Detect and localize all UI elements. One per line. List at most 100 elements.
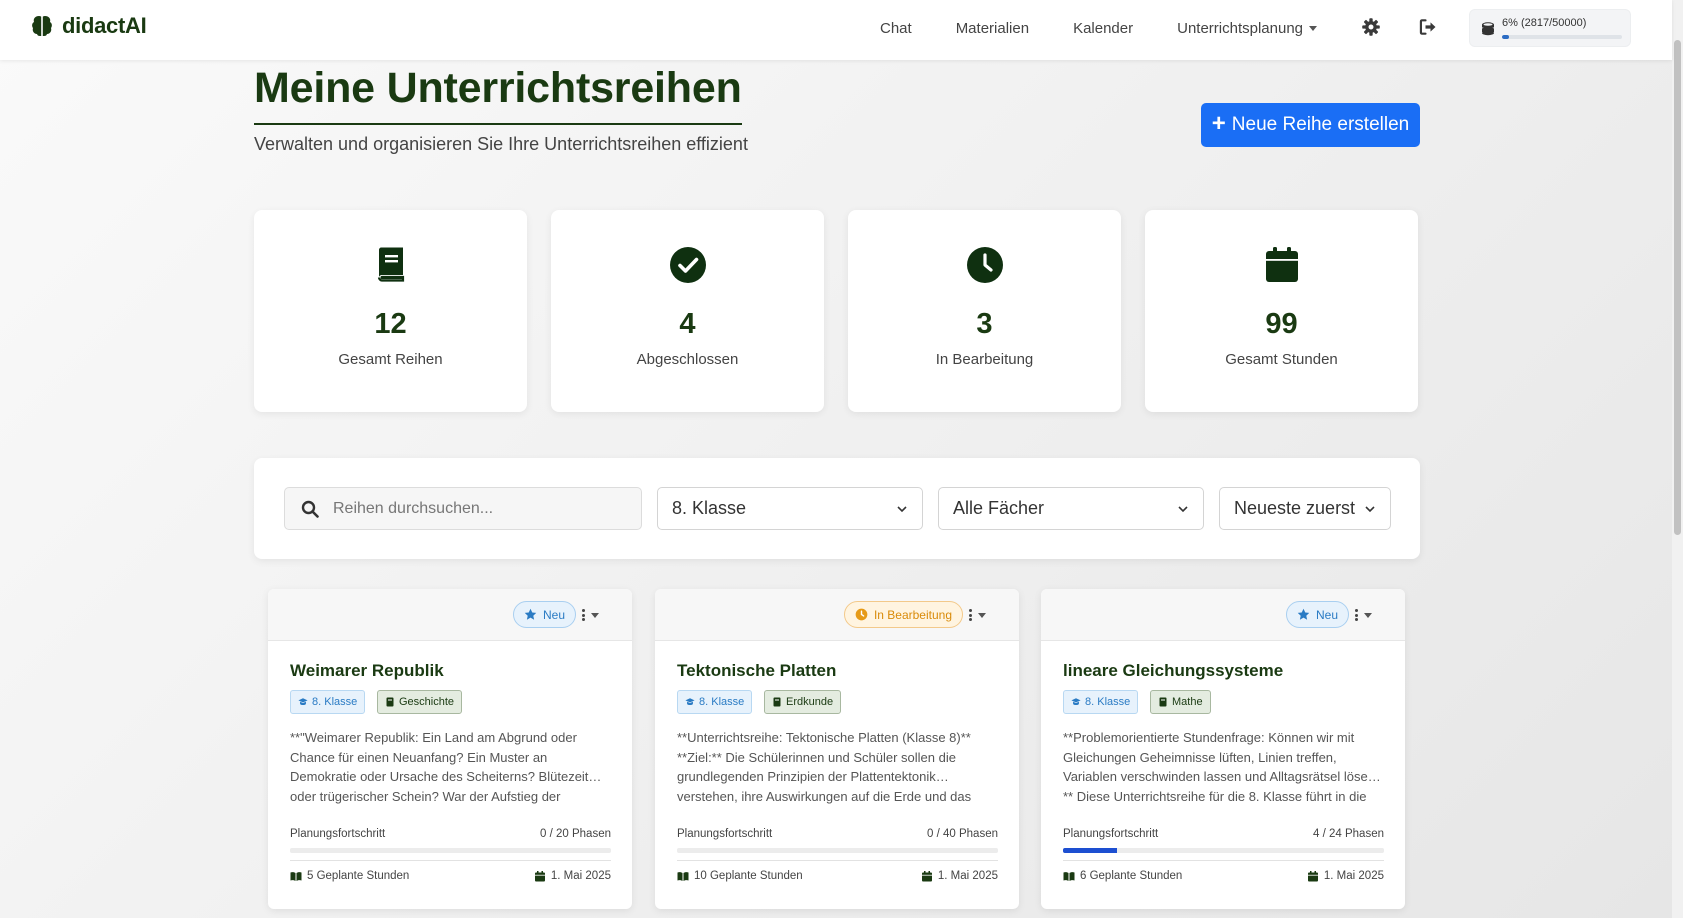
progress-label: Planungsfortschritt	[290, 828, 386, 840]
calendar-icon	[1266, 247, 1298, 282]
nav-link-kalender[interactable]: Kalender	[1073, 20, 1133, 37]
class-select-value: 8. Klasse	[672, 498, 747, 518]
class-tag: 8. Klasse	[290, 690, 366, 714]
progress-count: 0 / 40 Phasen	[927, 828, 998, 840]
subject-select[interactable]: Alle Fächer	[938, 487, 1204, 530]
card-menu-button[interactable]	[969, 605, 997, 625]
stat-card-completed: 4 Abgeschlossen	[551, 210, 824, 412]
series-card[interactable]: Neu Weimarer Republik 8. Klasse Geschich…	[268, 589, 632, 909]
card-header: Neu	[268, 589, 632, 641]
class-tag: 8. Klasse	[1063, 690, 1139, 714]
star-icon	[1297, 608, 1310, 620]
sort-select[interactable]: Neueste zuerst	[1219, 487, 1391, 530]
logout-icon[interactable]	[1418, 17, 1438, 37]
stat-label: Gesamt Reihen	[338, 351, 443, 368]
planned-hours: 10 Geplante Stunden	[677, 870, 803, 882]
gear-icon[interactable]	[1361, 17, 1381, 37]
class-tag-label: 8. Klasse	[699, 696, 745, 708]
book-icon	[377, 247, 405, 282]
brain-icon	[32, 16, 52, 36]
page-subtitle: Verwalten und organisieren Sie Ihre Unte…	[254, 134, 748, 154]
check-circle-icon	[670, 247, 706, 283]
clock-icon	[855, 608, 868, 621]
nav-dropdown-unterrichtsplanung[interactable]: Unterrichtsplanung	[1177, 20, 1318, 37]
graduation-cap-icon	[1071, 698, 1081, 706]
status-badge-label: Neu	[542, 607, 565, 622]
card-date-text: 1. Mai 2025	[937, 870, 998, 882]
planned-hours: 5 Geplante Stunden	[290, 870, 409, 882]
progress-label: Planungsfortschritt	[1063, 828, 1159, 840]
card-title[interactable]: Tektonische Platten	[677, 661, 836, 681]
stat-value: 99	[1265, 308, 1298, 340]
card-divider	[290, 860, 611, 861]
brand-logo-link[interactable]: didactAI	[30, 13, 147, 39]
class-select[interactable]: 8. Klasse	[657, 487, 923, 530]
card-description: **Unterrichtsreihe: Tektonische Platten …	[677, 730, 972, 804]
card-description: **"Weimarer Republik: Ein Land am Abgrun…	[290, 730, 602, 804]
card-menu-button[interactable]	[1355, 605, 1383, 625]
graduation-cap-icon	[685, 698, 695, 706]
card-title[interactable]: lineare Gleichungssysteme	[1063, 661, 1283, 681]
series-card[interactable]: In Bearbeitung Tektonische Platten 8. Kl…	[655, 589, 1019, 909]
token-usage-fill	[1502, 35, 1510, 39]
calendar-icon	[921, 870, 932, 881]
card-title[interactable]: Weimarer Republik	[290, 661, 444, 681]
search-input[interactable]	[333, 488, 633, 529]
card-date: 1. Mai 2025	[1307, 870, 1384, 882]
stat-label: Abgeschlossen	[636, 351, 739, 368]
subject-tag-label: Mathe	[1172, 696, 1203, 708]
series-card[interactable]: Neu lineare Gleichungssysteme 8. Klasse …	[1041, 589, 1405, 909]
page-scrollbar[interactable]	[1672, 0, 1683, 918]
stat-value: 3	[976, 308, 993, 340]
stat-label: In Bearbeitung	[935, 351, 1034, 368]
card-header: In Bearbeitung	[655, 589, 1019, 641]
planned-hours-text: 5 Geplante Stunden	[307, 870, 410, 882]
open-book-icon	[1063, 871, 1075, 881]
new-series-button[interactable]: + Neue Reihe erstellen	[1201, 103, 1420, 147]
card-date-text: 1. Mai 2025	[550, 870, 611, 882]
graduation-cap-icon	[298, 698, 308, 706]
search-box[interactable]	[284, 487, 642, 530]
calendar-icon	[1307, 870, 1318, 881]
class-tag: 8. Klasse	[677, 690, 753, 714]
caret-down-icon	[591, 612, 599, 618]
stat-label: Gesamt Stunden	[1225, 351, 1338, 368]
card-header: Neu	[1041, 589, 1405, 641]
status-badge: Neu	[1285, 601, 1349, 628]
sort-select-value: Neueste zuerst	[1234, 498, 1356, 518]
more-vertical-icon	[969, 609, 972, 621]
subject-tag: Erdkunde	[764, 690, 842, 714]
card-date: 1. Mai 2025	[921, 870, 998, 882]
book-icon	[386, 697, 394, 707]
subject-tag-label: Geschichte	[399, 696, 455, 708]
chevron-down-icon	[1365, 506, 1375, 513]
stat-value: 12	[374, 308, 407, 340]
subject-tag-label: Erdkunde	[786, 696, 834, 708]
card-date: 1. Mai 2025	[534, 870, 611, 882]
plus-icon: +	[1211, 110, 1226, 137]
stat-value: 4	[679, 308, 696, 340]
chevron-down-icon	[1178, 506, 1188, 513]
filter-panel: 8. Klasse Alle Fächer Neueste zuerst	[254, 458, 1420, 559]
open-book-icon	[677, 871, 689, 881]
status-badge: Neu	[512, 601, 576, 628]
clock-icon	[967, 247, 1003, 283]
token-usage-text: 6% (2817/50000)	[1502, 17, 1587, 29]
subject-tag: Geschichte	[377, 690, 463, 714]
search-icon	[301, 500, 319, 518]
brand-name: didactAI	[62, 13, 147, 38]
top-navbar: didactAI Chat Materialien Kalender Unter…	[0, 0, 1672, 60]
progress-count: 4 / 24 Phasen	[1313, 828, 1384, 840]
class-tag-label: 8. Klasse	[1085, 696, 1131, 708]
card-date-text: 1. Mai 2025	[1323, 870, 1384, 882]
nav-link-chat[interactable]: Chat	[880, 20, 912, 37]
nav-link-materialien[interactable]: Materialien	[956, 20, 1029, 37]
planned-hours-text: 6 Geplante Stunden	[1080, 870, 1183, 882]
progress-label: Planungsfortschritt	[677, 828, 773, 840]
coins-icon	[1482, 22, 1494, 36]
page-title: Meine Unterrichtsreihen	[254, 64, 742, 125]
scrollbar-thumb[interactable]	[1674, 40, 1681, 535]
status-badge: In Bearbeitung	[843, 601, 963, 628]
caret-down-icon	[1309, 25, 1318, 31]
card-menu-button[interactable]	[582, 605, 610, 625]
